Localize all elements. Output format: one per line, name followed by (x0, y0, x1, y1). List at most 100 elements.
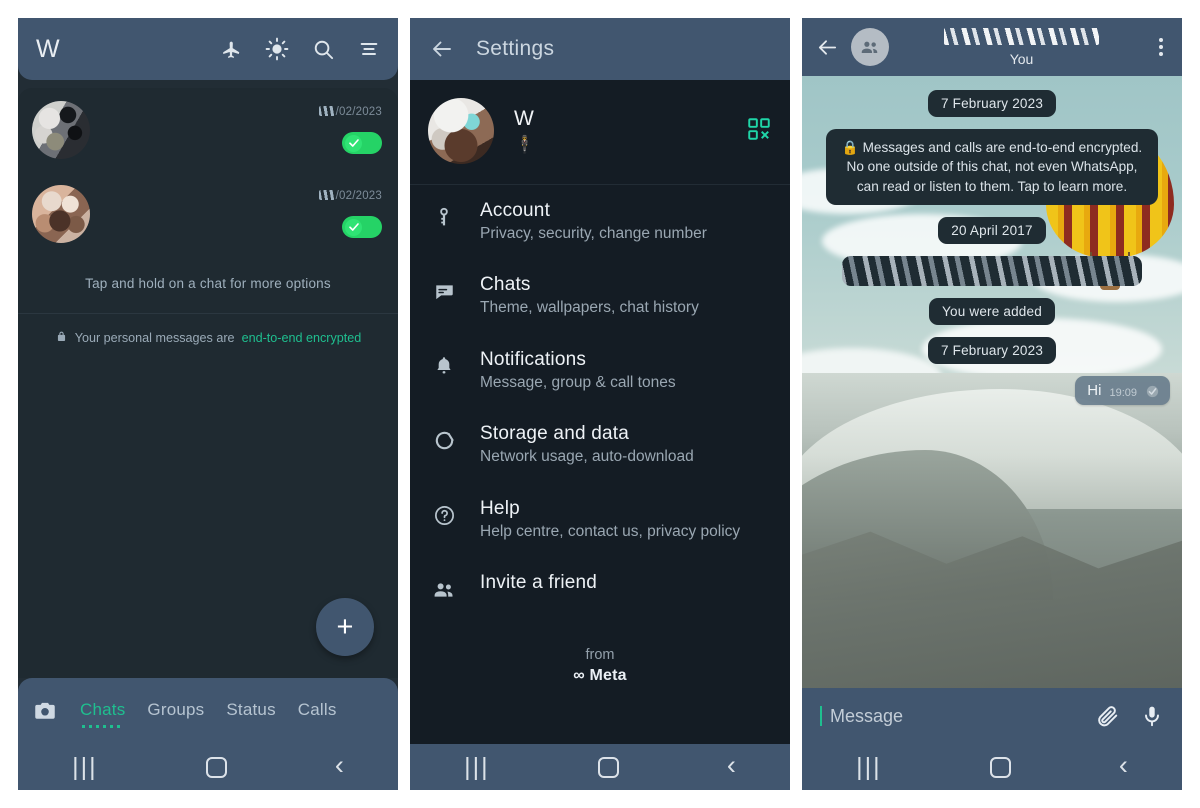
conversation-title-redacted (944, 27, 1099, 45)
back-icon[interactable]: ‹ (1119, 751, 1128, 779)
tab-chats[interactable]: Chats (80, 700, 125, 728)
chat-icon (430, 274, 458, 303)
avatar[interactable] (32, 185, 90, 243)
chatlist-header: W (18, 18, 398, 80)
tab-calls[interactable]: Calls (298, 700, 337, 722)
settings-item-chats[interactable]: Chats Theme, wallpapers, chat history (410, 259, 790, 333)
encryption-notice[interactable]: 🔒 Messages and calls are end-to-end encr… (826, 129, 1158, 205)
settings-item-text: Storage and data Network usage, auto-dow… (480, 423, 772, 467)
brightness-icon[interactable] (265, 37, 289, 61)
phone-settings: Settings W 🕴 Account Privacy, security, … (410, 18, 790, 790)
back-arrow-icon[interactable] (430, 37, 454, 61)
message-bubble-outgoing[interactable]: Hi 19:09 (1075, 375, 1170, 405)
page-title: Settings (476, 37, 555, 60)
system-navbar: ||| ‹ (18, 744, 398, 790)
airplane-mode-icon[interactable] (220, 38, 242, 60)
help-icon (430, 498, 458, 527)
from-label: from (585, 647, 615, 664)
system-message-redacted (842, 255, 1142, 286)
settings-item-subtitle: Theme, wallpapers, chat history (480, 299, 699, 317)
new-chat-button[interactable]: + (316, 598, 374, 656)
message-composer: Message (802, 688, 1182, 744)
screenshot-stage: W /02/2023 /02/2023 Tap and hold on a ch… (0, 0, 1200, 808)
settings-item-storage[interactable]: Storage and data Network usage, auto-dow… (410, 408, 790, 482)
list-hint: Tap and hold on a chat for more options (85, 276, 331, 291)
settings-item-text: Help Help centre, contact us, privacy po… (480, 498, 772, 542)
chat-list[interactable]: /02/2023 /02/2023 Tap and hold on a chat… (18, 88, 398, 678)
menu-icon[interactable] (358, 38, 380, 60)
lock-icon (55, 330, 68, 346)
settings-item-account[interactable]: Account Privacy, security, change number (410, 185, 790, 259)
settings-item-help[interactable]: Help Help centre, contact us, privacy po… (410, 483, 790, 557)
home-icon[interactable] (989, 756, 1011, 778)
chat-row-meta: /02/2023 (318, 190, 382, 238)
profile-status: 🕴 (514, 135, 536, 154)
date-chip: 20 April 2017 (938, 216, 1046, 244)
settings-header: Settings (410, 18, 790, 80)
app-logo: W (36, 34, 61, 63)
read-receipt-icon (1145, 384, 1160, 399)
message-input[interactable]: Message (830, 706, 1075, 727)
storage-icon (430, 423, 458, 452)
settings-item-subtitle: Help centre, contact us, privacy policy (480, 522, 741, 540)
status-badge (342, 132, 382, 154)
phone-chat-list: W /02/2023 /02/2023 Tap and hold on a ch… (18, 18, 398, 790)
settings-item-title: Help (480, 497, 520, 519)
search-icon[interactable] (312, 38, 335, 61)
settings-item-title: Chats (480, 274, 531, 296)
paperclip-icon[interactable] (1095, 704, 1120, 729)
recents-icon[interactable]: ||| (464, 754, 489, 780)
qr-code-icon[interactable] (746, 116, 772, 147)
avatar[interactable] (428, 98, 494, 164)
group-avatar-icon[interactable] (851, 28, 889, 66)
settings-item-invite[interactable]: Invite a friend (410, 557, 790, 617)
profile-row[interactable]: W 🕴 (410, 80, 790, 185)
settings-item-title: Invite a friend (480, 572, 598, 594)
encryption-text: Your personal messages are (74, 331, 235, 345)
read-check-icon (345, 134, 362, 152)
back-arrow-icon[interactable] (816, 36, 839, 59)
settings-item-subtitle: Network usage, auto-download (480, 448, 694, 466)
home-icon[interactable] (205, 756, 227, 778)
settings-item-subtitle: Message, group & call tones (480, 373, 676, 391)
message-timestamp: 19:09 (1109, 386, 1137, 399)
tab-status[interactable]: Status (226, 700, 275, 722)
encryption-notice-text: Messages and calls are end-to-end encryp… (846, 140, 1143, 194)
settings-item-text: Invite a friend (480, 572, 772, 594)
back-icon[interactable]: ‹ (335, 751, 344, 779)
profile-name: W (514, 107, 534, 130)
encryption-link[interactable]: end-to-end encrypted (242, 331, 362, 345)
avatar[interactable] (32, 101, 90, 159)
encryption-footer[interactable]: Your personal messages are end-to-end en… (18, 313, 398, 346)
people-icon (430, 572, 458, 602)
camera-icon[interactable] (32, 698, 58, 724)
key-icon (430, 200, 458, 228)
date-chip: 7 February 2023 (927, 336, 1057, 364)
chat-row-text (104, 129, 305, 131)
more-vert-icon[interactable] (1154, 38, 1168, 56)
settings-item-title: Storage and data (480, 423, 629, 445)
settings-item-title: Notifications (480, 348, 587, 370)
chatlist-actions (220, 37, 380, 61)
settings-item-notifications[interactable]: Notifications Message, group & call tone… (410, 334, 790, 408)
chat-row-text (104, 213, 305, 215)
back-icon[interactable]: ‹ (727, 751, 736, 779)
table-row[interactable]: /02/2023 (18, 88, 398, 172)
settings-item-subtitle: Privacy, security, change number (480, 225, 707, 242)
conversation-subtitle: You (1009, 50, 1034, 67)
settings-item-title: Account (480, 200, 551, 221)
conversation-title-block[interactable]: You (901, 27, 1142, 67)
home-icon[interactable] (597, 756, 619, 778)
read-check-icon (345, 218, 362, 236)
message-text: Hi (1087, 381, 1102, 399)
recents-icon[interactable]: ||| (72, 754, 97, 780)
chat-timestamp: /02/2023 (318, 190, 382, 202)
bell-icon (430, 349, 458, 377)
table-row[interactable]: /02/2023 (18, 172, 398, 256)
microphone-icon[interactable] (1140, 704, 1164, 728)
settings-item-text: Chats Theme, wallpapers, chat history (480, 274, 772, 318)
settings-item-text: Notifications Message, group & call tone… (480, 349, 772, 393)
recents-icon[interactable]: ||| (856, 754, 881, 780)
system-message: You were added (929, 297, 1055, 325)
tab-groups[interactable]: Groups (147, 700, 204, 722)
